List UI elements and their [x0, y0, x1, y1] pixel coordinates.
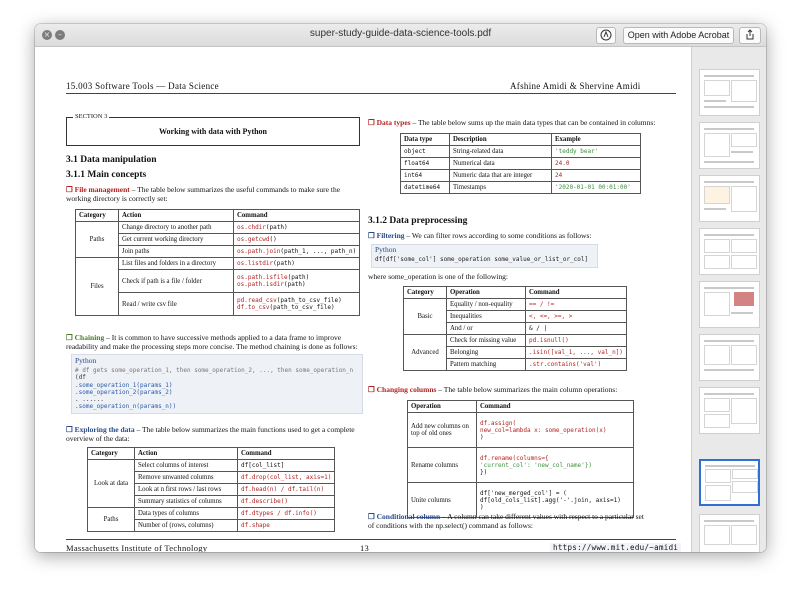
table-row: Look at data Select columns of interest …: [87, 459, 336, 508]
exploring-label: Exploring the data: [74, 425, 135, 434]
table-header: Action: [134, 447, 238, 460]
table-header: Command: [236, 447, 336, 460]
file-management-label: File management: [74, 185, 130, 194]
table-header: Description: [449, 133, 552, 146]
code-line: .some_operation_1(params_1): [75, 381, 173, 389]
filter-operations-table: Category Operation Command Basic Equality…: [403, 286, 627, 371]
table-row: Join paths os.path.join(path_1, ..., pat…: [76, 245, 361, 258]
table-row: Paths Change directory to another path o…: [75, 221, 361, 258]
title-bar: × – super-study-guide-data-science-tools…: [35, 24, 766, 47]
section-label: SECTION 3: [73, 113, 110, 120]
pdf-page: 15.003 Software Tools — Data Science Afs…: [35, 47, 691, 552]
data-types-paragraph: ❒ Data types – The table below sums up t…: [368, 118, 656, 127]
python-label: Python: [75, 356, 97, 365]
table-header: Category: [75, 209, 119, 222]
page-header-left: 15.003 Software Tools — Data Science: [66, 81, 219, 91]
page-footer-left: Massachusetts Institute of Technology: [66, 543, 208, 552]
page-thumbnail-current[interactable]: [699, 459, 760, 506]
table-header: Command: [476, 400, 634, 413]
table-header: Operation: [407, 400, 477, 413]
exploring-paragraph: ❒ Exploring the data – The table below s…: [66, 425, 355, 443]
heading-3-1: 3.1 Data manipulation: [66, 155, 157, 165]
file-management-table: Category Action Command Paths Change dir…: [75, 209, 361, 316]
table-header: Operation: [446, 286, 526, 299]
table-header: Category: [87, 447, 135, 460]
python-label: Python: [375, 245, 397, 254]
table-row: Check if path is a file / folder os.path…: [76, 269, 361, 293]
conditional-column-paragraph: ❒ Conditional column – A column can take…: [368, 512, 644, 530]
footer-rule: [66, 539, 676, 540]
page-thumbnail[interactable]: [699, 69, 760, 116]
table-row: Rename columns df.rename(columns={ 'curr…: [407, 447, 634, 483]
table-row: Paths Data types of columns df.dtypes / …: [87, 507, 336, 532]
column-operations-table: Operation Command Add new columns on top…: [407, 400, 634, 518]
filter-code-line: df[df['some_col'] some_operation some_va…: [375, 256, 589, 263]
table-header: Example: [551, 133, 641, 146]
pdf-viewer-window: × – super-study-guide-data-science-tools…: [35, 24, 766, 552]
filter-code-block: Python df[df['some_col'] some_operation …: [371, 244, 598, 268]
table-row: Advanced Check for missing value pd.isnull…: [403, 334, 627, 371]
table-row: Get current working directory os.getcwd(…: [76, 233, 361, 246]
page-footer-url[interactable]: https://www.mit.edu/~amidi: [550, 543, 682, 552]
page-number: 13: [360, 543, 370, 552]
changing-columns-paragraph: ❒ Changing columns – The table below sum…: [368, 385, 618, 394]
table-header: Category: [403, 286, 447, 299]
table-header: Command: [525, 286, 627, 299]
conditional-column-label: Conditional column: [376, 512, 441, 521]
table-row: Files List files and folders in a direct…: [75, 257, 361, 316]
table-header: Action: [118, 209, 234, 222]
open-with-acrobat-button[interactable]: Open with Adobe Acrobat: [623, 27, 734, 44]
table-row: datetime64 Timestamps '2020-01-01 00:01:00…: [400, 181, 641, 194]
chaining-label: Chaining: [74, 333, 105, 342]
section-title: Working with data with Python: [158, 127, 268, 136]
chaining-paragraph: ❒ Chaining – It is common to have succes…: [66, 333, 358, 351]
data-types-table: Data type Description Example object Stri…: [400, 133, 641, 194]
table-row: int64 Numeric data that are integer 24: [400, 169, 641, 182]
page-header-right: Afshine Amidi & Shervine Amidi: [510, 81, 641, 91]
chaining-code-block: Python # df gets some_operation_1, then …: [71, 354, 363, 414]
page-thumbnail[interactable]: [699, 175, 760, 222]
code-line: .some_operation_2(params_2): [75, 388, 173, 396]
table-header: Command: [232, 209, 361, 222]
thumbnail-sidebar[interactable]: [691, 47, 766, 552]
table-row: Read / write csv file pd.read_csv(path_t…: [76, 292, 361, 316]
table-row: Basic Equality / non-equality == / !=: [403, 298, 627, 335]
code-line: # df gets some_operation_1, then some_op…: [75, 367, 354, 374]
page-thumbnail[interactable]: [699, 514, 760, 552]
table-row: Add new columns on top of old ones df.as…: [407, 412, 634, 448]
page-thumbnail[interactable]: [699, 387, 760, 434]
file-management-paragraph: ❒ File management – The table below summ…: [66, 185, 341, 203]
code-line: (df: [75, 374, 86, 382]
header-rule: [66, 93, 676, 94]
code-line: .some_operation_n(params_n)): [75, 403, 177, 411]
filtering-paragraph: ❒ Filtering – We can filter rows accordi…: [368, 231, 592, 240]
filtering-label: Filtering: [376, 231, 405, 240]
page-thumbnail[interactable]: [699, 228, 760, 275]
where-text: where some_operation is one of the follo…: [368, 272, 508, 281]
table-header: Data type: [400, 133, 450, 146]
page-thumbnail[interactable]: [699, 334, 760, 381]
page-thumbnail[interactable]: [699, 122, 760, 169]
exploring-table: Category Action Command Look at data Sel…: [87, 447, 336, 532]
changing-columns-label: Changing columns: [376, 385, 437, 394]
table-row: object String-related data'teddy bear': [400, 145, 641, 158]
section-box: SECTION 3 Working with data with Python: [66, 113, 360, 146]
data-types-label: Data types: [376, 118, 411, 127]
share-icon[interactable]: [739, 27, 761, 44]
markup-icon[interactable]: [596, 27, 616, 44]
code-line: . ......: [75, 396, 104, 404]
page-thumbnail[interactable]: [699, 281, 760, 328]
heading-3-1-1: 3.1.1 Main concepts: [66, 170, 147, 180]
table-row: float64 Numerical data 24.0: [400, 157, 641, 170]
heading-3-1-2: 3.1.2 Data preprocessing: [368, 216, 468, 226]
